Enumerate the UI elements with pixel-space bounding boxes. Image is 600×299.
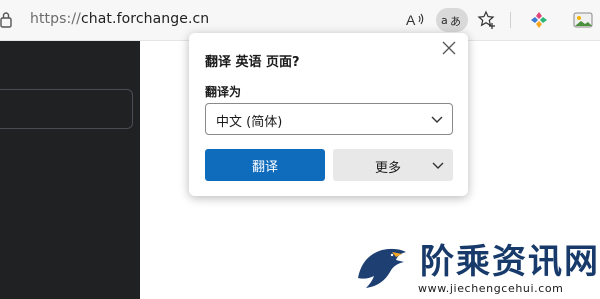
url-host: chat.forchange.cn [80, 11, 210, 27]
add-favorite-icon[interactable] [474, 8, 500, 32]
popup-title: 翻译 英语 页面? [205, 55, 300, 70]
toolbar-separator [510, 12, 511, 28]
more-button[interactable]: 更多 [333, 149, 453, 181]
chat-sidebar [0, 41, 140, 299]
url-protocol: https:// [30, 11, 81, 27]
watermark-domain: www.jiechengcehui.com [418, 282, 564, 295]
lock-icon[interactable] [0, 11, 14, 29]
translate-button[interactable]: 翻译 [205, 149, 325, 181]
image-icon[interactable] [570, 8, 596, 32]
svg-text:A: A [406, 12, 416, 28]
watermark: 阶乘资讯网 www.jiechengcehui.com [348, 232, 600, 299]
address-bar-url[interactable]: https://chat.forchange.cn [30, 11, 209, 27]
more-button-label: 更多 [375, 161, 402, 176]
read-aloud-icon[interactable]: A [402, 8, 428, 32]
target-language-select[interactable]: 中文 (简体) [205, 103, 453, 135]
target-language-label: 翻译为 [205, 85, 242, 99]
target-language-value: 中文 (简体) [216, 115, 283, 130]
extensions-icon[interactable] [526, 8, 552, 32]
chevron-down-icon[interactable] [431, 158, 445, 172]
new-chat-button[interactable] [0, 89, 133, 129]
translate-icon[interactable]: a あ [436, 8, 468, 32]
chevron-down-icon [431, 116, 443, 123]
translate-popup: 翻译 英语 页面? 翻译为 中文 (简体) 翻译 更多 [189, 33, 468, 196]
watermark-brand: 阶乘资讯网 [420, 242, 600, 282]
close-icon[interactable] [440, 41, 458, 59]
eagle-logo-icon [353, 239, 409, 295]
svg-text:a: a [441, 14, 448, 27]
svg-text:あ: あ [450, 15, 461, 28]
